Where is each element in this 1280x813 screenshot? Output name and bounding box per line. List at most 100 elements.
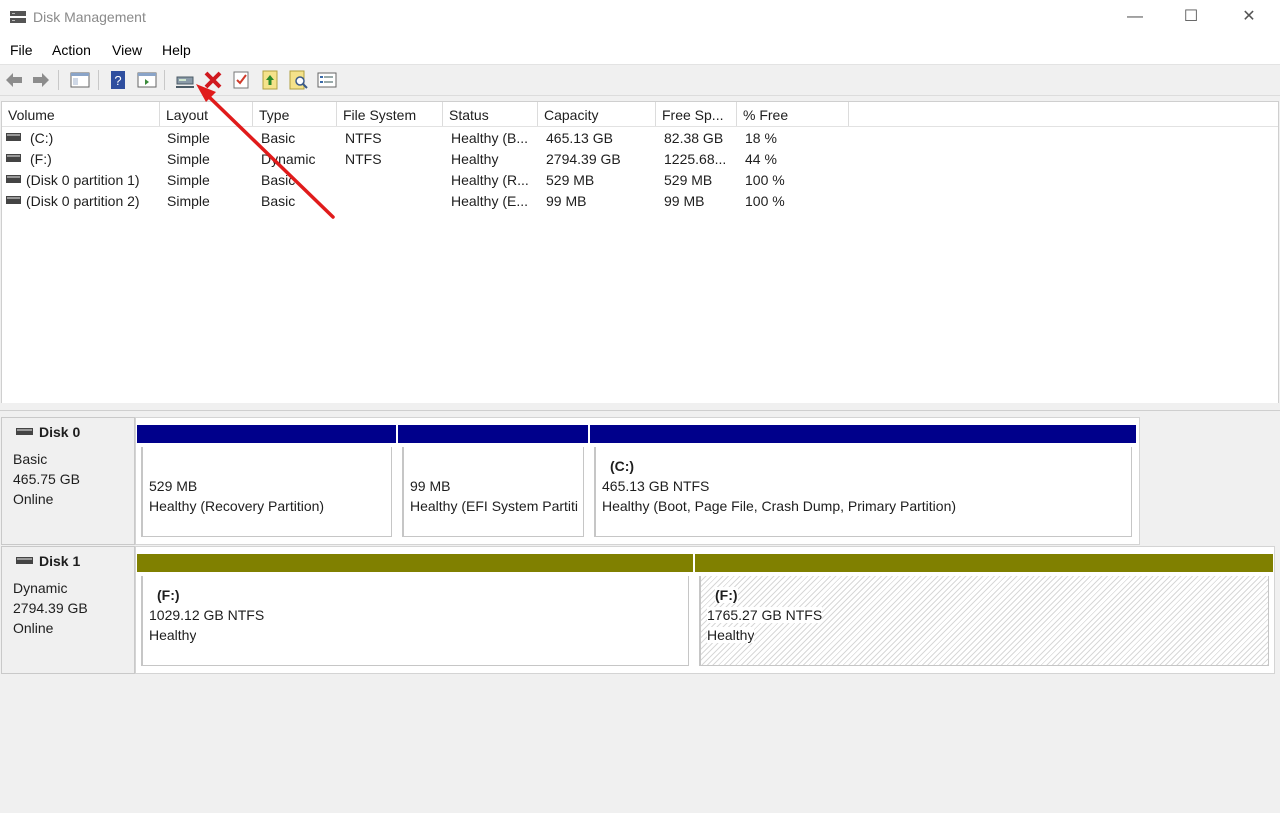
partition-f-second[interactable]: (F:) 1765.27 GB NTFS Healthy — [695, 554, 1273, 670]
volume-icon — [6, 175, 21, 183]
table-row[interactable]: (F:) Simple Dynamic NTFS Healthy 2794.39… — [2, 149, 1278, 170]
cell-status: Healthy (B... — [451, 130, 529, 146]
column-header-capacity[interactable]: Capacity — [538, 102, 656, 126]
delete-icon[interactable] — [202, 69, 224, 91]
cell-capacity: 529 MB — [546, 172, 595, 188]
cell-volume: (C:) — [30, 130, 54, 146]
cell-percent-free: 100 % — [745, 172, 785, 188]
cell-layout: Simple — [167, 130, 210, 146]
cell-capacity: 465.13 GB — [546, 130, 613, 146]
cell-type: Basic — [261, 130, 296, 146]
column-header-volume[interactable]: Volume — [2, 102, 160, 126]
disk-0-label[interactable]: Disk 0 Basic 465.75 GB Online — [1, 417, 135, 545]
partition-bar — [137, 425, 396, 443]
cell-status: Healthy (R... — [451, 172, 529, 188]
cell-percent-free: 44 % — [745, 151, 777, 167]
disk-status: Online — [13, 620, 54, 636]
partition-size: 465.13 GB NTFS — [602, 478, 710, 494]
toolbar-separator — [164, 70, 165, 90]
column-header-layout[interactable]: Layout — [160, 102, 253, 126]
partition-bar — [398, 425, 588, 443]
disk-1-label[interactable]: Disk 1 Dynamic 2794.39 GB Online — [1, 546, 135, 674]
disk-type: Basic — [13, 451, 48, 467]
show-hide-console-tree-icon[interactable] — [69, 69, 91, 91]
disk-name: Disk 0 — [39, 424, 81, 440]
column-header-type[interactable]: Type — [253, 102, 337, 126]
pane-splitter[interactable] — [0, 403, 1280, 411]
volume-icon — [6, 154, 21, 162]
cell-status: Healthy (E... — [451, 193, 529, 209]
cell-file-system: NTFS — [345, 151, 382, 167]
table-row[interactable]: (Disk 0 partition 1) Simple Basic Health… — [2, 170, 1278, 191]
table-row[interactable]: (Disk 0 partition 2) Simple Basic Health… — [2, 191, 1278, 212]
disk-size: 465.75 GB — [13, 471, 80, 487]
cell-layout: Simple — [167, 151, 210, 167]
maximize-button[interactable]: ☐ — [1168, 0, 1214, 34]
properties-icon[interactable] — [136, 69, 158, 91]
partition-body: 99 MB Healthy (EFI System Partiti — [402, 447, 584, 537]
cell-file-system: NTFS — [345, 130, 382, 146]
disk-type: Dynamic — [13, 580, 68, 596]
cell-free-space: 82.38 GB — [664, 130, 724, 146]
disk-0-partitions: 529 MB Healthy (Recovery Partition) 99 M… — [135, 417, 1140, 545]
partition-body: 529 MB Healthy (Recovery Partition) — [141, 447, 392, 537]
partition-status: Healthy (Boot, Page File, Crash Dump, Pr… — [602, 498, 957, 514]
cell-capacity: 99 MB — [546, 193, 587, 209]
back-icon[interactable] — [3, 69, 25, 91]
volume-list-header: Volume Layout Type File System Status Ca… — [2, 102, 1278, 127]
column-header-status[interactable]: Status — [443, 102, 538, 126]
cell-volume: (Disk 0 partition 2) — [26, 193, 140, 209]
check-icon[interactable] — [230, 69, 252, 91]
disk-graphical-view: Disk 0 Basic 465.75 GB Online 529 MB Hea… — [0, 411, 1280, 813]
menu-help[interactable]: Help — [162, 42, 191, 58]
cell-percent-free: 18 % — [745, 130, 777, 146]
cell-volume: (Disk 0 partition 1) — [26, 172, 140, 188]
partition-status: Healthy (EFI System Partiti — [410, 498, 579, 514]
cell-type: Basic — [261, 172, 296, 188]
title-bar: Disk Management — ☐ ✕ — [0, 0, 1280, 36]
partition-f-first[interactable]: (F:) 1029.12 GB NTFS Healthy — [137, 554, 693, 670]
partition-size: 99 MB — [410, 478, 451, 494]
disk-name: Disk 1 — [39, 553, 81, 569]
table-row[interactable]: (C:) Simple Basic NTFS Healthy (B... 465… — [2, 128, 1278, 149]
partition-size: 1765.27 GB NTFS — [707, 607, 823, 623]
disk-status: Online — [13, 491, 54, 507]
partition-body-selected: (F:) 1765.27 GB NTFS Healthy — [699, 576, 1269, 666]
svg-text:?: ? — [114, 73, 121, 88]
disk-1-partitions: (F:) 1029.12 GB NTFS Healthy (F:) 1765.2… — [135, 546, 1275, 674]
disk-management-app-icon — [10, 11, 26, 23]
menu-action[interactable]: Action — [52, 42, 91, 58]
menu-file[interactable]: File — [10, 42, 33, 58]
column-header-file-system[interactable]: File System — [337, 102, 443, 126]
partition-body: (F:) 1029.12 GB NTFS Healthy — [141, 576, 689, 666]
cell-free-space: 1225.68... — [664, 151, 727, 167]
search-icon[interactable] — [287, 69, 309, 91]
export-icon[interactable] — [259, 69, 281, 91]
volume-icon — [6, 196, 21, 204]
partition-bar — [590, 425, 1136, 443]
partition-c[interactable]: (C:) 465.13 GB NTFS Healthy (Boot, Page … — [590, 425, 1136, 541]
partition-title: (C:) — [610, 458, 635, 474]
partition-status: Healthy — [707, 627, 755, 643]
list-icon[interactable] — [316, 69, 338, 91]
cell-volume: (F:) — [30, 151, 52, 167]
partition-bar — [137, 554, 693, 572]
toolbar-separator — [98, 70, 99, 90]
close-button[interactable]: ✕ — [1226, 0, 1272, 34]
menu-view[interactable]: View — [112, 42, 142, 58]
help-icon[interactable]: ? — [107, 69, 129, 91]
partition-body: (C:) 465.13 GB NTFS Healthy (Boot, Page … — [594, 447, 1132, 537]
column-header-free-space[interactable]: Free Sp... — [656, 102, 737, 126]
menu-bar: File Action View Help — [0, 36, 1280, 65]
column-header-percent-free[interactable]: % Free — [737, 102, 849, 126]
cell-status: Healthy — [451, 151, 499, 167]
partition-efi[interactable]: 99 MB Healthy (EFI System Partiti — [398, 425, 588, 541]
connect-drive-icon[interactable] — [174, 69, 196, 91]
partition-title: (F:) — [157, 587, 180, 603]
toolbar-separator — [58, 70, 59, 90]
minimize-button[interactable]: — — [1112, 0, 1158, 34]
forward-icon[interactable] — [30, 69, 52, 91]
partition-status: Healthy (Recovery Partition) — [149, 498, 325, 514]
partition-recovery[interactable]: 529 MB Healthy (Recovery Partition) — [137, 425, 396, 541]
partition-size: 1029.12 GB NTFS — [149, 607, 265, 623]
